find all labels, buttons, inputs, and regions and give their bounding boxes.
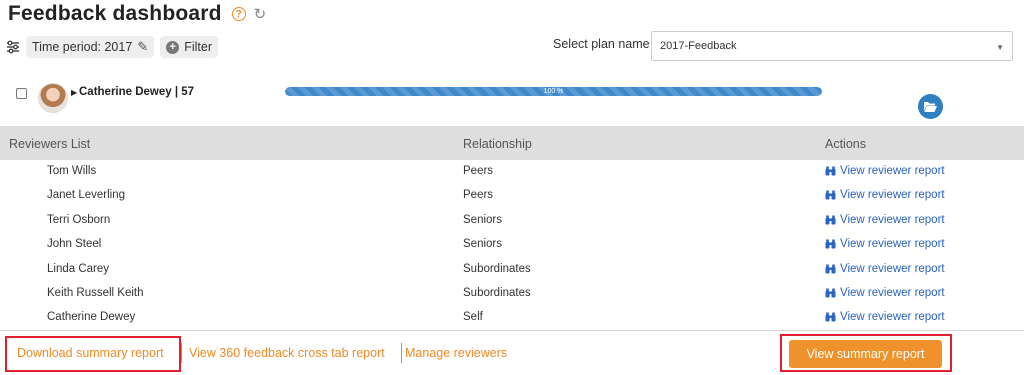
reviewer-name: Terri Osborn [47, 213, 111, 226]
view-reviewer-report-label: View reviewer report [840, 213, 945, 226]
binoculars-icon [825, 190, 836, 200]
page-title: Feedback dashboard [8, 2, 222, 25]
table-row: Terri Osborn Seniors View reviewer report [0, 209, 1024, 233]
page-header: Feedback dashboard ? ↻ [8, 0, 266, 28]
reviewer-name: Tom Wills [47, 165, 97, 177]
reviewer-relationship: Peers [463, 189, 494, 202]
progress-label: 100 % [543, 88, 564, 95]
folder-open-icon [924, 102, 937, 112]
reviewer-relationship: Peers [463, 165, 494, 177]
filter-label: Filter [184, 40, 212, 54]
table-row: Linda Carey Subordinates View reviewer rep… [0, 258, 1024, 282]
binoculars-icon [825, 288, 836, 298]
open-folder-button[interactable] [918, 94, 943, 119]
table-row: Janet Leverling Peers View reviewer report [0, 184, 1024, 208]
reviewer-relationship: Subordinates [463, 286, 531, 299]
view-reviewer-report-link[interactable]: View reviewer report [825, 214, 945, 226]
table-row: Keith Russell Keith Subordinates View revi… [0, 282, 1024, 306]
reviewer-relationship: Self [463, 311, 483, 324]
view-reviewer-report-label: View reviewer report [840, 238, 945, 251]
table-row: Tom Wills Peers View reviewer report [0, 160, 1024, 184]
table-header: Reviewers List Relationship Actions [0, 126, 1024, 160]
chevron-down-icon: ▼ [996, 43, 1004, 52]
reviewer-relationship: Seniors [463, 213, 502, 226]
pencil-icon[interactable]: ✎ [137, 39, 148, 55]
binoculars-icon [825, 264, 836, 274]
reviewer-name: Linda Carey [47, 262, 110, 275]
binoculars-icon [825, 239, 836, 249]
employee-row: ▶ Catherine Dewey | 57 100 % [0, 78, 1024, 122]
plan-select-label: Select plan name [553, 37, 650, 51]
reviewer-relationship: Subordinates [463, 262, 531, 275]
time-period-label: Time period: 2017 [32, 40, 133, 54]
view-reviewer-report-link[interactable]: View reviewer report [825, 263, 945, 275]
column-header-reviewers: Reviewers List [9, 137, 91, 151]
table-row: Catherine Dewey Self View reviewer report [0, 306, 1024, 330]
view-reviewer-report-label: View reviewer report [840, 286, 945, 299]
view-reviewer-report-link[interactable]: View reviewer report [825, 311, 945, 323]
view-reviewer-report-link[interactable]: View reviewer report [825, 189, 945, 201]
cross-tab-report-link[interactable]: View 360 feedback cross tab report [189, 346, 385, 360]
reviewer-name: John Steel [47, 238, 102, 251]
plus-circle-icon: + [166, 40, 180, 54]
view-summary-button[interactable]: View summary report [789, 340, 942, 368]
reviewer-name: Catherine Dewey [47, 311, 136, 324]
reviewer-name: Janet Leverling [47, 189, 125, 202]
view-reviewer-report-link[interactable]: View reviewer report [825, 165, 945, 177]
progress-bar: 100 % [285, 87, 822, 96]
reviewer-relationship: Seniors [463, 238, 502, 251]
refresh-icon[interactable]: ↻ [254, 7, 267, 22]
view-reviewer-report-label: View reviewer report [840, 189, 945, 202]
binoculars-icon [825, 215, 836, 225]
sliders-icon[interactable] [6, 40, 20, 54]
employee-checkbox[interactable] [16, 88, 27, 99]
footer: Download summary report View 360 feedbac… [0, 330, 1024, 375]
column-header-actions: Actions [825, 137, 866, 151]
binoculars-icon [825, 166, 836, 176]
help-icon[interactable]: ? [231, 7, 246, 21]
footer-divider [181, 343, 182, 363]
download-summary-link[interactable]: Download summary report [17, 346, 164, 360]
reviewers-table-body: Tom Wills Peers View reviewer report Janet … [0, 160, 1024, 331]
manage-reviewers-link[interactable]: Manage reviewers [405, 346, 507, 360]
avatar [38, 83, 68, 113]
view-reviewer-report-link[interactable]: View reviewer report [825, 287, 945, 299]
filter-button[interactable]: + Filter [160, 36, 218, 58]
expand-caret-icon[interactable]: ▶ [71, 88, 77, 97]
plan-select-value: 2017-Feedback [660, 40, 737, 52]
binoculars-icon [825, 312, 836, 322]
view-reviewer-report-label: View reviewer report [840, 311, 945, 324]
view-reviewer-report-link[interactable]: View reviewer report [825, 238, 945, 250]
column-header-relationship: Relationship [463, 137, 532, 151]
plan-select[interactable]: 2017-Feedback ▼ [651, 31, 1013, 61]
footer-divider [401, 343, 402, 363]
reviewer-name: Keith Russell Keith [47, 286, 144, 299]
toolbar: Time period: 2017 ✎ + Filter [6, 36, 218, 58]
employee-name: Catherine Dewey | 57 [79, 86, 195, 98]
time-period-chip[interactable]: Time period: 2017 ✎ [26, 36, 155, 58]
view-reviewer-report-label: View reviewer report [840, 262, 945, 275]
table-row: John Steel Seniors View reviewer report [0, 233, 1024, 257]
view-reviewer-report-label: View reviewer report [840, 165, 945, 177]
